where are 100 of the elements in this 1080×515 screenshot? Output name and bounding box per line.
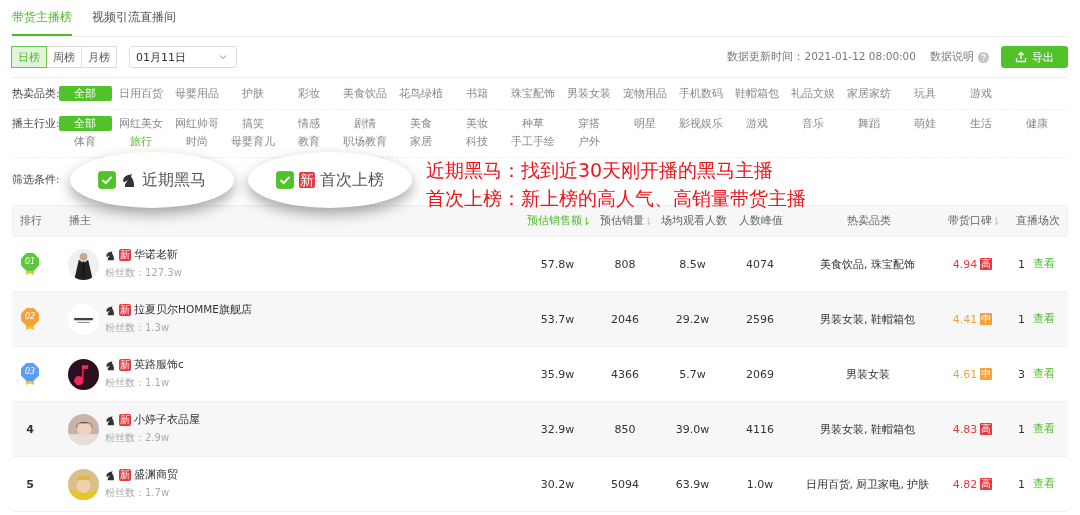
anchor-name[interactable]: 盛渊商贸 [134,468,178,482]
table-cell-text: 57.8w [539,257,576,271]
industry-option[interactable]: 体育 [74,135,96,149]
rank-medal: 02 [21,308,39,330]
filter-option-label[interactable]: 近期黑马 [142,169,206,191]
column-header: 播主 [69,214,91,228]
industry-option[interactable]: 搞笑 [242,116,264,131]
industry-option[interactable]: 剧情 [354,116,376,131]
industry-option[interactable]: 生活 [970,116,992,131]
column-header: 人数峰值 [739,214,783,228]
table-cell: 1 [1018,312,1025,326]
fans-count: 粉丝数：2.9w [105,431,171,445]
category-option[interactable]: 书籍 [466,86,488,101]
industry-option[interactable]: 情感 [298,116,320,131]
table-cell-text: 日用百货, 厨卫家电, 护肤 [804,476,931,492]
help-icon[interactable] [978,51,989,63]
industry-option[interactable]: 明星 [634,116,656,131]
anchor-name[interactable]: 英路服饰c [134,358,184,372]
category-option[interactable]: 日用百货 [119,86,163,101]
industry-option[interactable]: 美食 [410,116,432,131]
industry-option[interactable]: 影视娱乐 [679,116,723,131]
period-button[interactable]: 月榜 [81,46,117,68]
column-header[interactable]: 预估销量 [600,214,644,228]
fans-count: 粉丝数：1.3w [105,321,171,335]
category-option[interactable]: 玩具 [914,86,936,101]
rank-medal: 01 [21,253,39,275]
industry-option[interactable]: 教育 [298,135,320,149]
industry-option[interactable]: 穿搭 [578,116,600,131]
industry-option[interactable]: 健康 [1026,116,1048,131]
category-option[interactable]: 男装女装 [567,86,611,101]
rating-badge: 高 [980,478,993,490]
knight-icon [105,359,116,371]
period-button[interactable]: 周榜 [46,46,82,68]
category-option[interactable]: 家居家纺 [847,86,891,101]
category-option[interactable]: 花鸟绿植 [399,86,443,101]
view-link[interactable]: 查看 [1033,312,1055,326]
new-badge: 新 [119,249,131,261]
sort-arrow-icon[interactable] [646,216,652,226]
annotation-text: 近期黑马：找到近30天刚开播的黑马主播 [426,158,775,183]
industry-option[interactable]: 户外 [578,135,600,149]
period-button[interactable]: 日榜 [11,46,47,68]
rating-value: 4.83 [952,422,978,436]
industry-option[interactable]: 种草 [522,116,544,131]
tab[interactable]: 视频引流直播间 [92,0,176,36]
industry-option[interactable]: 旅行 [130,135,152,149]
filter-option-label[interactable]: 首次上榜 [320,169,384,191]
industry-option[interactable]: 网红美女 [119,116,163,131]
industry-option[interactable]: 网红帅哥 [175,116,219,131]
industry-option[interactable]: 手工手绘 [511,135,555,149]
column-header: 场均观看人数 [660,214,727,228]
anchor-name[interactable]: 华诺老靳 [134,248,178,262]
table-cell-text: 808 [613,257,637,271]
industry-option[interactable]: 时尚 [186,135,208,149]
category-option[interactable]: 美食饮品 [343,86,387,101]
column-header[interactable]: 预估销售额 [527,214,582,228]
new-badge: 新 [119,304,131,316]
fans-count: 粉丝数：127.3w [105,266,182,280]
view-link[interactable]: 查看 [1033,422,1055,436]
industry-option[interactable]: 母婴育儿 [231,135,275,149]
rating-value: 4.61 [952,367,978,381]
category-option[interactable]: 彩妆 [298,86,320,101]
rating-badge: 中 [980,313,993,325]
category-option[interactable]: 鞋帽箱包 [735,86,779,101]
industry-option[interactable]: 科技 [466,135,488,149]
industry-option[interactable]: 舞蹈 [858,116,880,131]
industry-option[interactable]: 全部 [58,116,112,131]
checkbox[interactable] [276,171,294,189]
industry-option[interactable]: 美妆 [466,116,488,131]
industry-option[interactable]: 游戏 [746,116,768,131]
knight-icon [105,304,116,316]
column-header[interactable]: 带货口碑 [947,214,992,228]
category-option[interactable]: 宠物用品 [623,86,667,101]
table-cell-text: 2596 [745,312,775,326]
category-option[interactable]: 手机数码 [679,86,723,101]
category-option[interactable]: 珠宝配饰 [511,86,555,101]
view-link[interactable]: 查看 [1033,367,1055,381]
industry-option[interactable]: 音乐 [802,116,824,131]
view-link[interactable]: 查看 [1033,257,1055,271]
industry-option[interactable]: 家居 [410,135,432,149]
sort-arrow-icon[interactable] [993,216,1000,226]
industry-option[interactable]: 职场教育 [343,135,387,149]
category-option[interactable]: 护肤 [242,86,264,101]
checkbox[interactable] [98,171,116,189]
category-option[interactable]: 全部 [58,86,112,101]
fans-count: 粉丝数：1.1w [105,376,171,390]
sort-arrow-icon[interactable] [584,216,590,226]
tab[interactable]: 带货主播榜 [12,0,72,36]
anchor-name[interactable]: 拉夏贝尔HOMME旗舰店 [134,303,252,317]
category-option[interactable]: 礼品文娱 [791,86,835,101]
date-select[interactable]: 01月11日 [129,46,237,68]
export-button[interactable]: 导出 [1001,46,1068,68]
rating-badge: 中 [980,368,993,380]
category-option[interactable]: 游戏 [970,86,992,101]
category-option[interactable]: 母婴用品 [175,86,219,101]
view-link[interactable]: 查看 [1033,477,1055,491]
data-help-link[interactable]: 数据说明 [930,50,974,64]
filter-label: 播主行业: [12,116,60,131]
industry-option[interactable]: 萌娃 [914,116,936,131]
anchor-name[interactable]: 小婷子衣品屋 [134,413,200,427]
table-cell-text: 4366 [610,367,640,381]
